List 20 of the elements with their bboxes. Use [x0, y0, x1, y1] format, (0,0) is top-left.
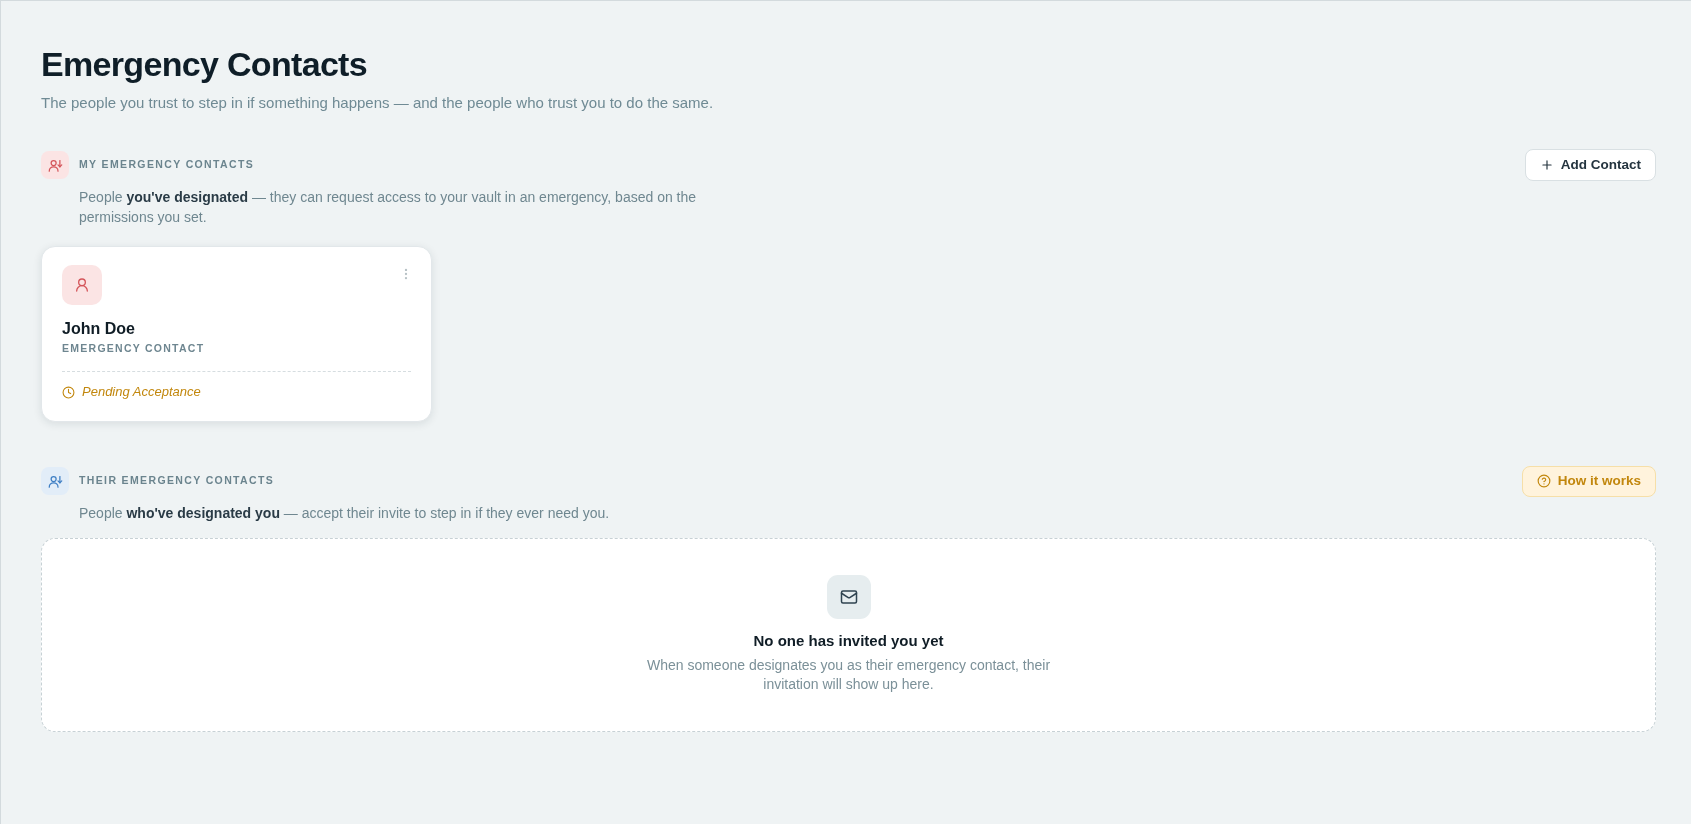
contact-card[interactable]: John Doe EMERGENCY CONTACT Pending Acceptance: [41, 246, 432, 422]
section-description: People who've designated you — accept their invite to step in if they ever need you.: [79, 504, 610, 523]
person-arrow-icon: [41, 467, 69, 495]
help-icon: [1536, 474, 1551, 488]
section-title: MY EMERGENCY CONTACTS: [79, 157, 255, 173]
empty-state-text: When someone designates you as their emergency contact, their invitation will show up here.: [645, 656, 1052, 694]
contact-name: John Doe: [62, 319, 135, 339]
contact-role: EMERGENCY CONTACT: [62, 341, 205, 356]
mail-icon: [826, 575, 871, 619]
person-arrow-icon: [41, 151, 69, 179]
clock-icon: [62, 385, 75, 399]
status-text: Pending Acceptance: [82, 383, 201, 401]
page-title: Emergency Contacts: [41, 44, 367, 84]
page-subtitle: The people you trust to step in if something happens — and the people who trust you to do the same.: [41, 93, 714, 113]
person-icon: [62, 265, 102, 305]
empty-state-title: No one has invited you yet: [753, 631, 944, 651]
section-description: People you've designated — they can request access to your vault in an emergency, based on the permissions you set.: [79, 188, 698, 227]
plus-icon: [1539, 158, 1554, 172]
section-title: THEIR EMERGENCY CONTACTS: [79, 473, 275, 489]
add-contact-button[interactable]: Add Contact: [1524, 149, 1656, 181]
